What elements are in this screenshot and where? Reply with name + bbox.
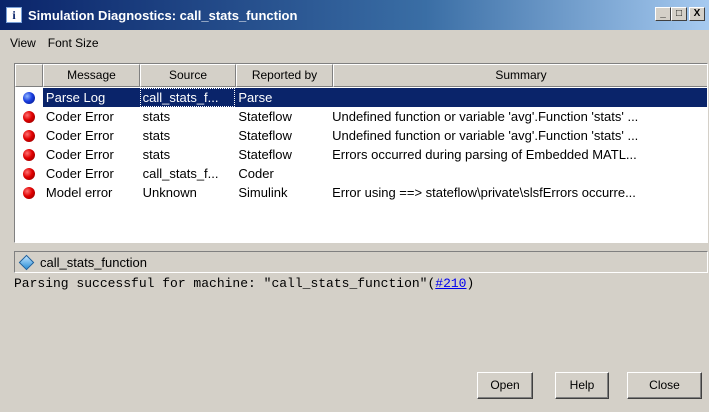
cell-source: call_stats_f... [139,88,236,107]
window-controls: _ □ X [655,7,705,21]
cell-summary: Error using ==> stateflow\private\slsfEr… [332,185,636,200]
cell-message: Model error [45,185,113,200]
open-button[interactable]: Open [477,372,533,399]
cell-reported-by: Stateflow [238,128,292,143]
header-source[interactable]: Source [140,64,236,87]
red-ball-icon [22,186,35,199]
table-row[interactable]: Parse Log call_stats_f... Parse [15,88,707,107]
close-button[interactable]: Close [627,372,702,399]
window-title: Simulation Diagnostics: call_stats_funct… [28,7,298,23]
cell-reported-by: Stateflow [238,147,292,162]
cell-source: stats [142,147,171,162]
table-row[interactable]: Coder Error stats Stateflow Undefined fu… [15,107,707,126]
red-ball-icon [22,110,35,123]
table-row[interactable]: Coder Error stats Stateflow Errors occur… [15,145,707,164]
cell-summary [332,164,707,183]
cell-summary: Undefined function or variable 'avg'.Fun… [332,109,639,124]
details-text: Parsing successful for machine: "call_st… [14,276,436,291]
cell-reported-by: Parse [235,88,333,107]
cell-reported-by: Coder [238,166,274,181]
red-ball-icon [22,167,35,180]
table-row[interactable]: Coder Error stats Stateflow Undefined fu… [15,126,707,145]
blue-ball-icon [22,91,35,104]
cell-reported-by: Stateflow [238,109,292,124]
cell-message: Coder Error [45,109,114,124]
red-ball-icon [22,129,35,142]
details-header: call_stats_function [14,251,708,273]
cell-summary: Errors occurred during parsing of Embedd… [332,147,637,162]
diagnostics-table[interactable]: Message Source Reported by Summary Parse… [14,63,708,243]
table-row[interactable]: Coder Error call_stats_f... Coder [15,164,707,183]
info-icon: i [6,7,22,23]
cell-source: stats [142,109,171,124]
stateflow-diamond-icon [18,254,35,270]
menu-bar: View Font Size [0,31,105,55]
minimize-button[interactable]: _ [655,7,671,21]
cell-message: Coder Error [45,147,114,162]
close-window-button[interactable]: X [689,7,705,21]
details-hyperlink[interactable]: #210 [435,276,466,291]
menu-font-size[interactable]: Font Size [42,36,105,50]
table-body: Parse Log call_stats_f... Parse Coder Er… [15,88,707,202]
cell-source: call_stats_f... [142,166,219,181]
red-ball-icon [22,148,35,161]
title-bar[interactable]: i Simulation Diagnostics: call_stats_fun… [0,0,709,30]
cell-source: Unknown [142,185,197,200]
cell-summary: Undefined function or variable 'avg'.Fun… [332,128,639,143]
header-summary[interactable]: Summary [333,64,707,87]
table-header: Message Source Reported by Summary [15,64,707,87]
cell-message: Parse Log [42,88,140,107]
table-row[interactable]: Model error Unknown Simulink Error using… [15,183,707,202]
cell-summary [332,88,707,107]
cell-reported-by: Simulink [238,185,288,200]
details-text-end: ) [466,276,475,291]
help-button[interactable]: Help [555,372,609,399]
details-message: Parsing successful for machine: "call_st… [14,275,708,293]
header-icon-column[interactable] [15,64,43,87]
maximize-button[interactable]: □ [671,7,687,21]
cell-message: Coder Error [45,128,114,143]
header-message[interactable]: Message [43,64,140,87]
cell-message: Coder Error [45,166,114,181]
cell-source: stats [142,128,171,143]
header-reported-by[interactable]: Reported by [236,64,333,87]
details-object-name: call_stats_function [40,254,147,270]
menu-view[interactable]: View [4,36,42,50]
